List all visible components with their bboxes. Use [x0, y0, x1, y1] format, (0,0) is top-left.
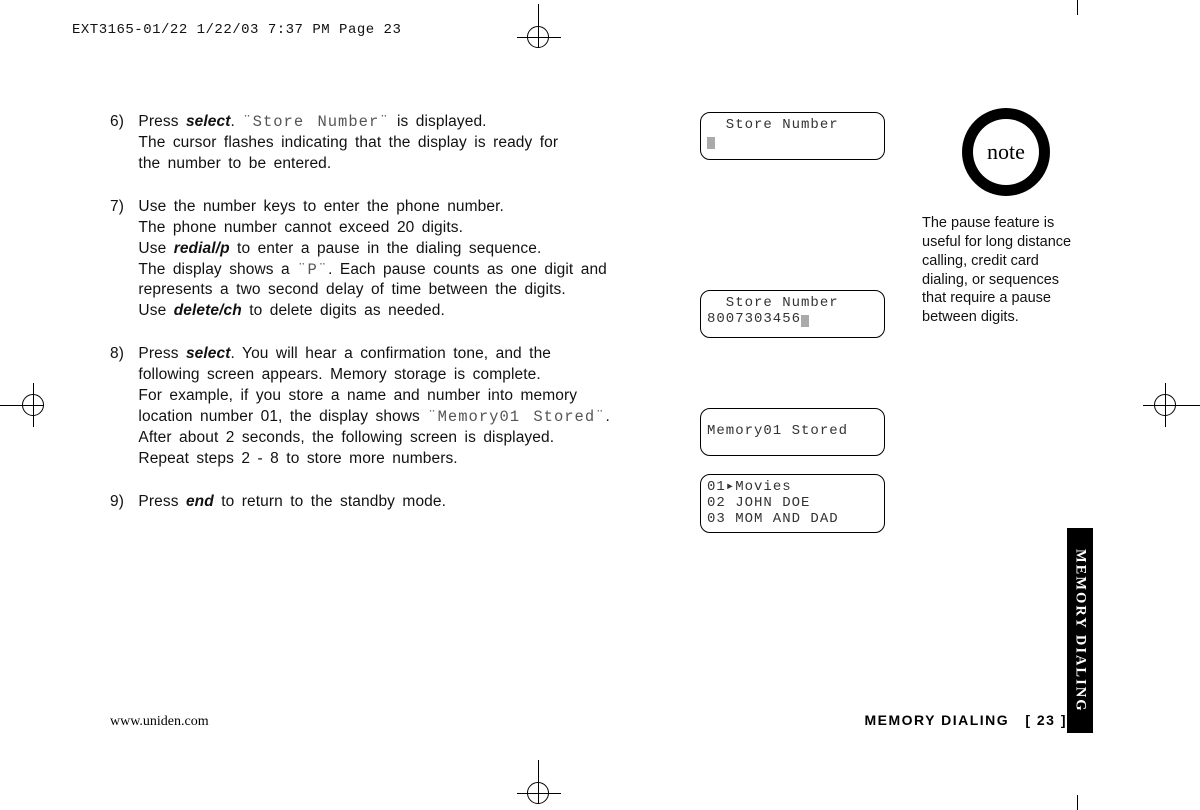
key-select: select — [186, 113, 231, 130]
crop-mark — [1077, 0, 1078, 15]
lcd-quote: ¨P¨ — [297, 261, 328, 279]
text: that require a pause — [922, 290, 1051, 306]
text: to delete digits as needed. — [242, 302, 445, 319]
text: useful for long distance — [922, 234, 1071, 250]
text: Use — [138, 302, 173, 319]
text: . Each pause counts as one digit and — [328, 261, 607, 278]
lcd-text: 02 JOHN DOE — [707, 495, 810, 511]
text: location number 01, the display shows — [138, 408, 427, 425]
text: Press — [138, 493, 186, 510]
key-delete-ch: delete/ch — [174, 302, 242, 319]
text: For example, if you store a name and num… — [138, 387, 577, 404]
side-tab: MEMORY DIALING — [1067, 528, 1093, 733]
text: The display shows a — [138, 261, 297, 278]
instruction-column: 6) Press select. ¨Store Number¨ is displ… — [110, 112, 670, 535]
text: Repeat steps 2 - 8 to store more numbers… — [138, 450, 457, 467]
step-6: 6) Press select. ¨Store Number¨ is displ… — [110, 112, 670, 175]
page: EXT3165-01/22 1/22/03 7:37 PM Page 23 6)… — [0, 0, 1200, 810]
lcd-screen-store-number-entered: Store Number 8007303456 — [700, 290, 885, 338]
cursor-icon — [707, 137, 715, 149]
text: Press — [138, 345, 186, 362]
note-label: note — [973, 119, 1039, 185]
text: is displayed. — [390, 113, 487, 130]
lcd-screen-memory-stored: Memory01 Stored — [700, 408, 885, 456]
text: the number to be entered. — [138, 155, 331, 172]
text: Press — [138, 113, 186, 130]
lcd-column: Store Number Store Number 8007303456 Mem… — [700, 112, 890, 553]
step-number: 9) — [110, 492, 134, 513]
lcd-screen-store-number-empty: Store Number — [700, 112, 885, 160]
registration-mark — [538, 4, 539, 48]
text: Use — [138, 240, 173, 257]
text: The cursor flashes indicating that the d… — [138, 134, 558, 151]
lcd-text: 8007303456 — [707, 311, 801, 327]
step-body: Press end to return to the standby mode. — [138, 492, 658, 513]
text: calling, credit card — [922, 253, 1039, 269]
note-icon: note — [962, 108, 1050, 196]
text: The pause feature is — [922, 215, 1054, 231]
registration-mark — [0, 405, 44, 406]
text: represents a two second delay of time be… — [138, 281, 565, 298]
crop-mark — [1077, 795, 1078, 810]
key-end: end — [186, 493, 214, 510]
step-number: 8) — [110, 344, 134, 365]
step-number: 6) — [110, 112, 134, 133]
lcd-screen-memory-list: 01▸Movies 02 JOHN DOE 03 MOM AND DAD — [700, 474, 885, 533]
registration-mark — [538, 760, 539, 804]
text: . — [605, 408, 609, 425]
text: dialing, or sequences — [922, 272, 1059, 288]
step-8: 8) Press select. You will hear a confirm… — [110, 344, 670, 470]
lcd-text: Memory01 Stored — [707, 423, 848, 439]
text: After about 2 seconds, the following scr… — [138, 429, 554, 446]
step-body: Press select. ¨Store Number¨ is displaye… — [138, 112, 658, 175]
lcd-text: Store Number — [707, 295, 839, 311]
step-body: Press select. You will hear a confirmati… — [138, 344, 658, 470]
footer-section: MEMORY DIALING [ 23 ] — [864, 712, 1067, 728]
text: . You will hear a confirmation tone, and… — [231, 345, 552, 362]
lcd-text: 01▸Movies — [707, 479, 792, 495]
print-header: EXT3165-01/22 1/22/03 7:37 PM Page 23 — [72, 22, 401, 38]
lcd-quote: ¨Store Number¨ — [242, 113, 389, 131]
text: to enter a pause in the dialing sequence… — [230, 240, 542, 257]
registration-mark — [517, 793, 561, 794]
text: . — [231, 113, 243, 130]
text: to return to the standby mode. — [214, 493, 446, 510]
lcd-text: 03 MOM AND DAD — [707, 511, 839, 527]
key-redial-p: redial/p — [174, 240, 230, 257]
text: The phone number cannot exceed 20 digits… — [138, 219, 463, 236]
cursor-icon — [801, 315, 809, 327]
footer-url: www.uniden.com — [110, 714, 209, 730]
note-column: note The pause feature is useful for lon… — [922, 108, 1092, 327]
key-select: select — [186, 345, 231, 362]
step-body: Use the number keys to enter the phone n… — [138, 197, 658, 323]
text: between digits. — [922, 309, 1019, 325]
lcd-quote: ¨Memory01 Stored¨ — [427, 408, 605, 426]
registration-mark — [1143, 405, 1200, 406]
step-7: 7) Use the number keys to enter the phon… — [110, 197, 670, 323]
step-number: 7) — [110, 197, 134, 218]
registration-mark — [517, 37, 561, 38]
note-text: The pause feature is useful for long dis… — [922, 214, 1092, 327]
lcd-text: Store Number — [707, 117, 839, 133]
page-number: [ 23 ] — [1025, 712, 1067, 728]
section-title: MEMORY DIALING — [864, 712, 1009, 728]
text: following screen appears. Memory storage… — [138, 366, 540, 383]
text: Use the number keys to enter the phone n… — [138, 198, 504, 215]
step-9: 9) Press end to return to the standby mo… — [110, 492, 670, 513]
